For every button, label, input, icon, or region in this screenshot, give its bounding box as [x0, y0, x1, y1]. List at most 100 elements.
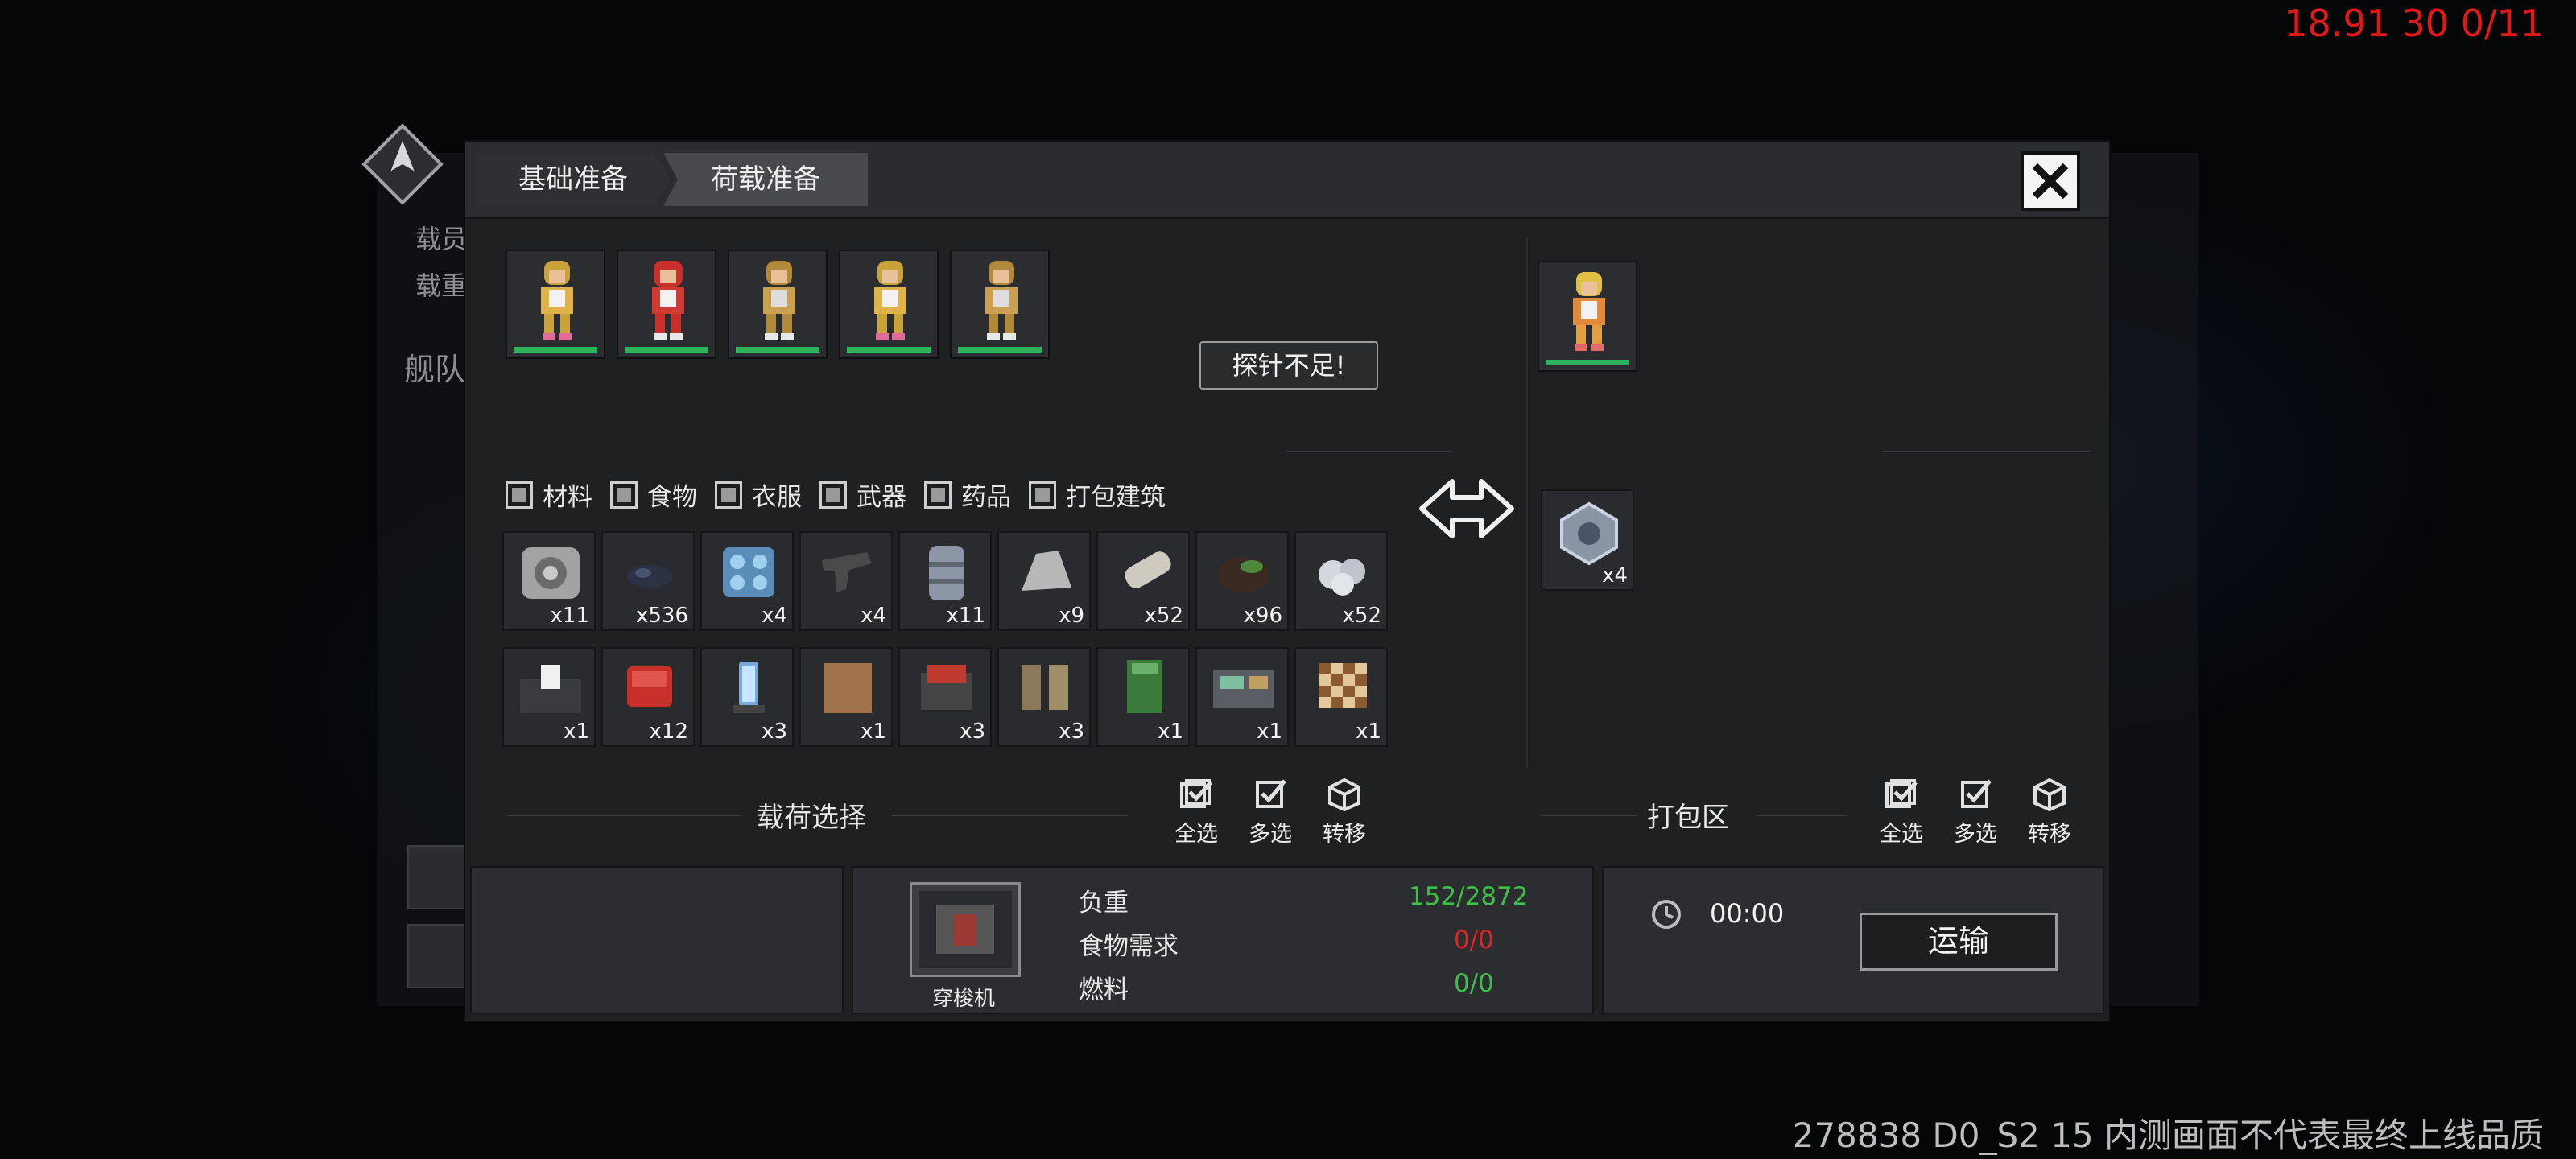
- crew-slot[interactable]: [728, 250, 828, 359]
- crew-health-bar: [847, 347, 931, 353]
- checkbox-icon: [819, 481, 847, 509]
- item-slot[interactable]: x12: [601, 647, 695, 747]
- item-quantity: x96: [1243, 604, 1282, 628]
- cargo-zone-label: 载荷选择: [757, 802, 866, 834]
- tab-basic-prep[interactable]: 基础准备: [477, 153, 670, 206]
- checkbox-icon: [1256, 779, 1286, 808]
- item-quantity: x1: [1257, 720, 1282, 744]
- item-quantity: x1: [564, 720, 589, 744]
- filter-clothes[interactable]: 衣服: [715, 476, 802, 513]
- item-slot[interactable]: x1: [799, 647, 893, 747]
- divider: [507, 815, 741, 816]
- filter-label: 衣服: [752, 483, 802, 512]
- divider: [1526, 238, 1528, 769]
- lamp-icon: [733, 662, 765, 713]
- loading-dialog: 基础准备 荷载准备 探针不足! 材料 食物 衣服 武器 药品 打包建筑 x11 …: [464, 140, 2111, 1022]
- transport-button[interactable]: 运输: [1860, 913, 2058, 971]
- checkbox-checked-icon: [1180, 779, 1212, 808]
- stone-icon: [1022, 551, 1071, 591]
- crew-health-bar: [514, 347, 597, 353]
- filter-label: 药品: [961, 483, 1011, 512]
- item-slot[interactable]: x536: [601, 531, 695, 631]
- item-slot[interactable]: x52: [1096, 531, 1190, 631]
- item-slot[interactable]: x4: [700, 531, 794, 631]
- crew-health-bar: [1546, 360, 1629, 365]
- pack-transfer-button[interactable]: 转移: [2017, 777, 2082, 847]
- cargo-multi-select-button[interactable]: 多选: [1238, 777, 1302, 847]
- checkbox-checked-icon: [1885, 779, 1918, 808]
- cargo-select-all-button[interactable]: 全选: [1164, 777, 1228, 847]
- transfer-label: 转移: [1323, 822, 1366, 847]
- filter-packed-buildings[interactable]: 打包建筑: [1029, 476, 1166, 513]
- item-quantity: x4: [861, 604, 886, 628]
- checkbox-icon: [1029, 481, 1056, 509]
- item-slot[interactable]: x4: [799, 531, 893, 631]
- pack-select-all-button[interactable]: 全选: [1869, 777, 1934, 847]
- close-button[interactable]: [2021, 151, 2080, 211]
- cargo-transfer-button[interactable]: 转移: [1312, 777, 1377, 847]
- filter-medicine[interactable]: 药品: [924, 476, 1011, 513]
- divider: [1882, 451, 2091, 452]
- crew-health-bar: [958, 347, 1042, 353]
- item-quantity: x9: [1059, 604, 1084, 628]
- solar-panel-icon: [723, 547, 774, 597]
- crew-slot[interactable]: [506, 250, 605, 359]
- item-quantity: x3: [1059, 720, 1084, 744]
- item-slot[interactable]: x3: [700, 647, 794, 747]
- select-all-label: 全选: [1880, 822, 1923, 847]
- build-watermark: 278838 D0_S2 15 内测画面不代表最终上线品质: [1792, 1116, 2544, 1155]
- console-icon: [1213, 670, 1274, 708]
- bg-eye-button: [407, 845, 472, 909]
- packed-item-slot[interactable]: x4: [1541, 489, 1634, 591]
- item-quantity: x4: [1602, 563, 1628, 588]
- checkbox-icon: [610, 481, 638, 509]
- debug-text: 18.91 30 0/11: [2284, 2, 2544, 45]
- food-value: 0/0: [1454, 926, 1494, 955]
- item-slot[interactable]: x1: [1096, 647, 1190, 747]
- travel-timer: 00:00: [1710, 898, 1785, 929]
- item-slot[interactable]: x9: [997, 531, 1091, 631]
- item-quantity: x1: [1158, 720, 1183, 744]
- filter-label: 打包建筑: [1066, 483, 1166, 512]
- filter-label: 材料: [543, 483, 592, 512]
- chessboard-icon: [1319, 663, 1367, 708]
- red-machine-icon: [921, 665, 972, 710]
- swap-arrows-icon[interactable]: [1417, 476, 1517, 551]
- wood-board-icon: [824, 663, 872, 713]
- item-slot[interactable]: x1: [1195, 647, 1289, 747]
- crew-slot[interactable]: [950, 250, 1050, 359]
- item-slot[interactable]: x11: [898, 531, 992, 631]
- item-slot[interactable]: x11: [502, 531, 596, 631]
- crew-slot[interactable]: [617, 250, 716, 359]
- crew-slot[interactable]: [839, 250, 939, 359]
- cargo-item-grid: x11 x536 x4 x4 x11 x9 x52 x96 x52 x1 x12…: [502, 531, 1397, 757]
- pack-zone-label: 打包区: [1647, 802, 1729, 834]
- fuel-label: 燃料: [1079, 975, 1129, 1004]
- select-all-label: 全选: [1174, 822, 1218, 847]
- divider: [892, 815, 1129, 816]
- item-slot[interactable]: x52: [1294, 531, 1388, 631]
- pack-multi-select-button[interactable]: 多选: [1943, 777, 2008, 847]
- probe-device-icon: [1560, 501, 1618, 566]
- filter-food[interactable]: 食物: [610, 476, 697, 513]
- item-quantity: x11: [550, 604, 589, 628]
- transport-panel: 00:00 运输: [1602, 866, 2104, 1014]
- ship-name: 穿梭机: [932, 987, 996, 1011]
- item-slot[interactable]: x1: [1294, 647, 1388, 747]
- item-quantity: x1: [861, 720, 886, 744]
- tab-load-prep[interactable]: 荷载准备: [663, 153, 868, 206]
- probe-warning: 探针不足!: [1199, 341, 1378, 390]
- packed-crew-slot[interactable]: [1538, 261, 1637, 372]
- item-slot[interactable]: x3: [898, 647, 992, 747]
- filter-materials[interactable]: 材料: [506, 476, 592, 513]
- crew-portrait-icon: [985, 261, 1018, 340]
- divider: [1757, 815, 1847, 816]
- item-quantity: x4: [762, 604, 787, 628]
- item-slot[interactable]: x96: [1195, 531, 1289, 631]
- item-slot[interactable]: x1: [502, 647, 596, 747]
- empty-info-panel: [470, 866, 844, 1014]
- fuel-value: 0/0: [1454, 969, 1494, 998]
- filter-weapons[interactable]: 武器: [819, 476, 906, 513]
- item-slot[interactable]: x3: [997, 647, 1091, 747]
- crew-portrait-icon: [874, 261, 906, 340]
